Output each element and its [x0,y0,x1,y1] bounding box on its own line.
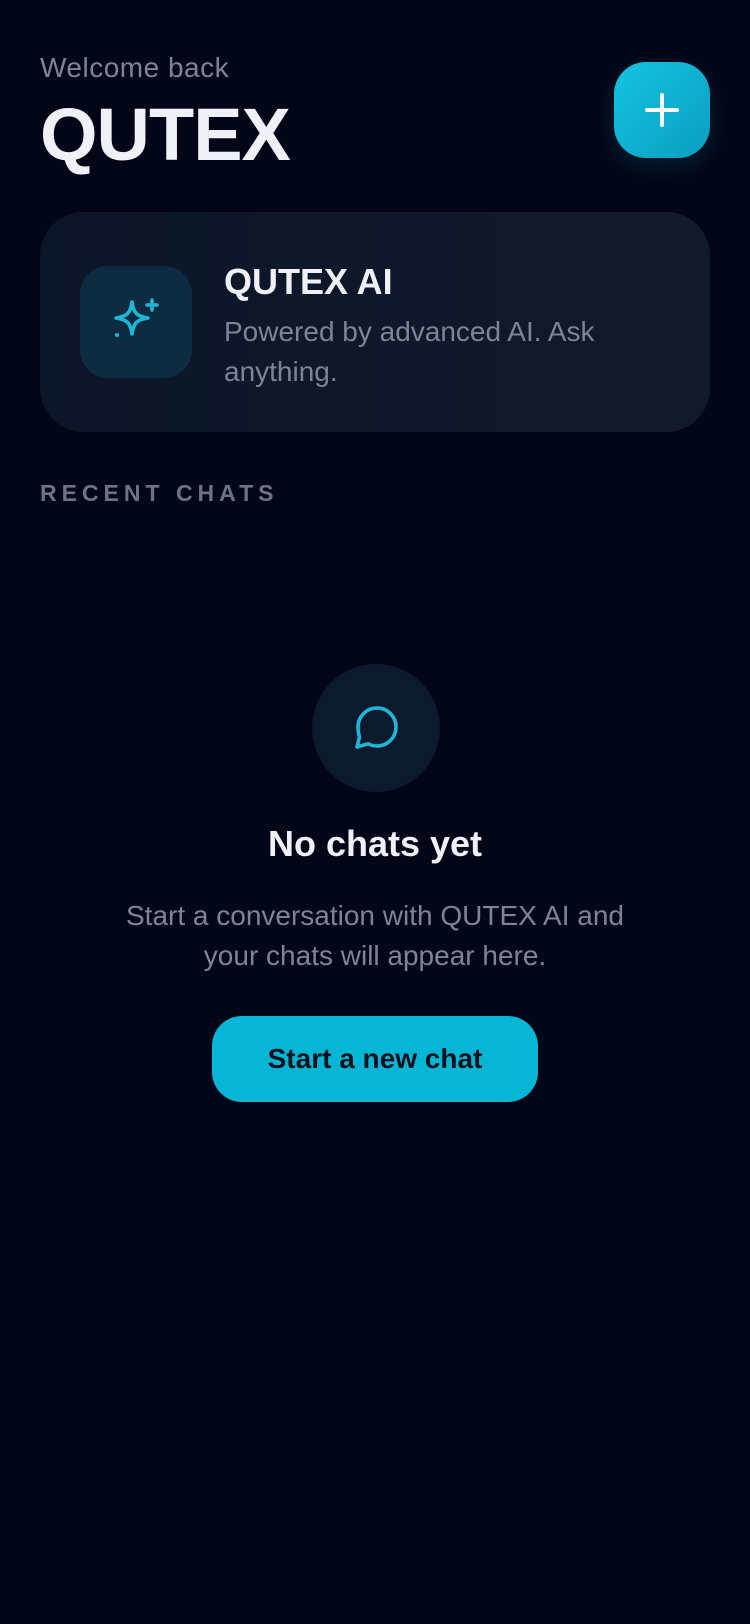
ai-icon-tile [80,266,192,378]
ai-card-subtitle: Powered by advanced AI. Ask anything. [224,316,595,387]
empty-state-icon-circle [312,664,440,792]
chat-bubble-icon [355,706,398,749]
start-new-chat-button[interactable]: Start a new chat [212,1016,538,1102]
brand-title: QUTEX [40,93,291,176]
header: Welcome back QUTEX [40,48,291,176]
ai-assistant-card[interactable]: QUTEX AI Powered by advanced AI. Ask any… [40,212,710,432]
sparkles-icon [114,298,159,337]
empty-state-description: Start a conversation with QUTEX AI and y… [125,900,624,971]
plus-icon [645,93,679,127]
welcome-text: Welcome back [40,52,230,83]
empty-state-title: No chats yet [267,823,483,864]
new-chat-button[interactable] [614,62,710,158]
ai-card-title: QUTEX AI [224,261,393,302]
recent-chats-label: RECENT CHATS [40,480,279,506]
